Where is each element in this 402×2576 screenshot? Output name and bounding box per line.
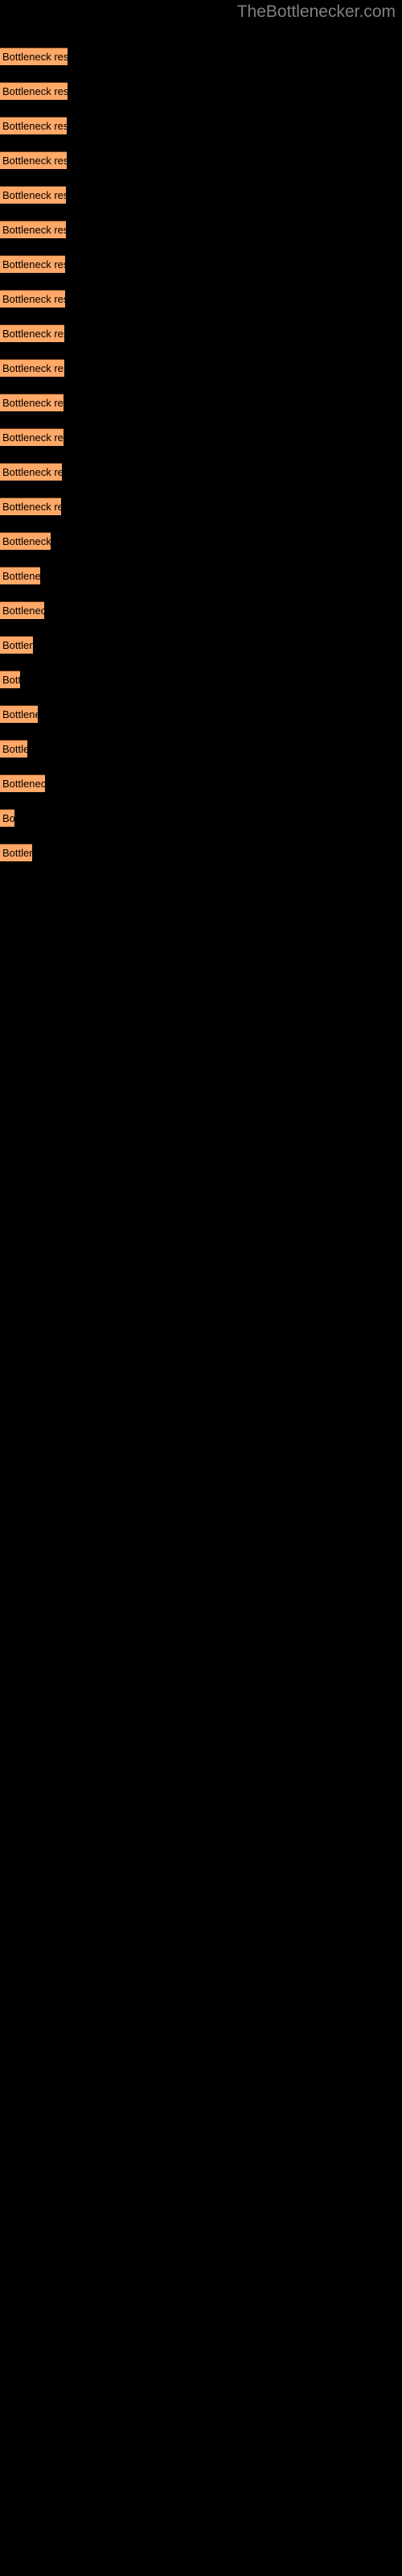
bar-bottleneck-result[interactable]: Bottleneck result — [0, 428, 64, 446]
page-root: TheBottlenecker.com Bottleneck resultBot… — [0, 0, 402, 2576]
bar-label: Bottleneck result — [2, 743, 27, 755]
bar-bottleneck-result[interactable]: Bottleneck result — [0, 497, 61, 515]
bar-bottleneck-result[interactable]: Bottleneck result — [0, 601, 44, 619]
bar-bottleneck-result[interactable]: Bottleneck result — [0, 221, 66, 238]
bar-label: Bottleneck result — [2, 778, 45, 790]
bar-label: Bottleneck result — [2, 570, 40, 582]
bar-label: Bottleneck result — [2, 812, 14, 824]
bar-label: Bottleneck result — [2, 224, 66, 236]
bar-label: Bottleneck result — [2, 431, 64, 444]
bar-label: Bottleneck result — [2, 674, 20, 686]
bar-bottleneck-result[interactable]: Bottleneck result — [0, 151, 67, 169]
bar-bottleneck-result[interactable]: Bottleneck result — [0, 740, 27, 758]
bar-bottleneck-result[interactable]: Bottleneck result — [0, 186, 66, 204]
bar-label: Bottleneck result — [2, 293, 65, 305]
bar-label: Bottleneck result — [2, 258, 65, 270]
bar-bottleneck-result[interactable]: Bottleneck result — [0, 671, 20, 688]
bar-label: Bottleneck result — [2, 639, 33, 651]
bar-bottleneck-result[interactable]: Bottleneck result — [0, 636, 33, 654]
bar-label: Bottleneck result — [2, 362, 64, 374]
bar-bottleneck-result[interactable]: Bottleneck result — [0, 567, 40, 584]
bar-bottleneck-result[interactable]: Bottleneck result — [0, 117, 67, 134]
bar-bottleneck-result[interactable]: Bottleneck result — [0, 463, 62, 481]
bar-label: Bottleneck result — [2, 51, 68, 63]
bar-bottleneck-result[interactable]: Bottleneck result — [0, 394, 64, 411]
bar-bottleneck-result[interactable]: Bottleneck result — [0, 255, 65, 273]
bar-bottleneck-result[interactable]: Bottleneck result — [0, 774, 45, 792]
bar-label: Bottleneck result — [2, 397, 64, 409]
bar-bottleneck-result[interactable]: Bottleneck result — [0, 844, 32, 861]
bar-bottleneck-result[interactable]: Bottleneck result — [0, 324, 64, 342]
bottleneck-bar-chart: Bottleneck result Bottleneck result Bottle… — [0, 0, 402, 2576]
bar-label: Bottleneck result — [2, 328, 64, 340]
bar-bottleneck-result[interactable]: Bottleneck result — [0, 809, 14, 827]
bar-bottleneck-result[interactable]: Bottleneck result — [0, 290, 65, 308]
bar-label: Bottleneck result — [2, 189, 66, 201]
bar-bottleneck-result[interactable]: Bottleneck result — [0, 359, 64, 377]
bar-label: Bottleneck result — [2, 708, 38, 720]
bar-label: Bottleneck result — [2, 605, 44, 617]
bar-bottleneck-result[interactable]: Bottleneck result — [0, 532, 51, 550]
bar-label: Bottleneck result — [2, 85, 68, 97]
bar-label: Bottleneck result — [2, 155, 67, 167]
bar-label: Bottleneck result — [2, 501, 61, 513]
bar-label: Bottleneck result — [2, 120, 67, 132]
bar-label: Bottleneck result — [2, 847, 32, 859]
bar-label: Bottleneck result — [2, 535, 51, 547]
bar-label: Bottleneck result — [2, 466, 62, 478]
bar-bottleneck-result[interactable]: Bottleneck result — [0, 82, 68, 100]
bar-bottleneck-result[interactable]: Bottleneck result — [0, 47, 68, 65]
bar-bottleneck-result[interactable]: Bottleneck result — [0, 705, 38, 723]
